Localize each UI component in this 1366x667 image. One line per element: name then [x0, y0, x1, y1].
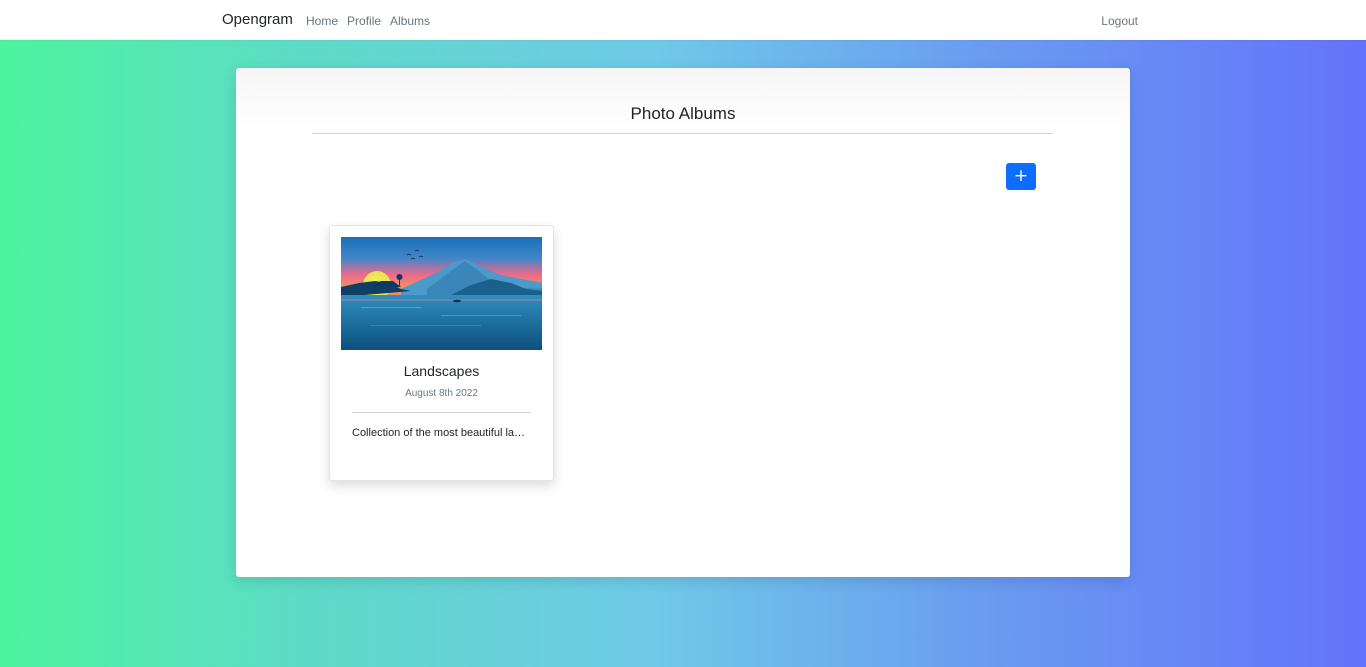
- brand-link[interactable]: Opengram: [222, 11, 293, 28]
- album-description: Collection of the most beautiful landsca…: [352, 427, 530, 439]
- nav-link-profile[interactable]: Profile: [347, 14, 381, 28]
- nav-links: Home Profile Albums: [306, 14, 430, 28]
- top-navbar: Opengram Home Profile Albums Logout: [0, 0, 1366, 40]
- plus-icon: +: [1013, 166, 1029, 186]
- page-title: Photo Albums: [630, 104, 736, 123]
- card-divider: [352, 412, 530, 413]
- album-card[interactable]: Landscapes August 8th 2022 Collection of…: [329, 225, 554, 481]
- nav-link-home[interactable]: Home: [306, 14, 338, 28]
- album-date: August 8th 2022: [405, 388, 478, 399]
- album-name: Landscapes: [403, 363, 480, 379]
- album-thumbnail: [341, 237, 542, 350]
- nav-link-albums[interactable]: Albums: [390, 14, 430, 28]
- add-album-button[interactable]: +: [1006, 163, 1036, 190]
- logout-link[interactable]: Logout: [1101, 14, 1138, 28]
- albums-panel: Photo Albums + Landscapes August 8th 202…: [236, 68, 1130, 577]
- title-divider: [312, 133, 1053, 134]
